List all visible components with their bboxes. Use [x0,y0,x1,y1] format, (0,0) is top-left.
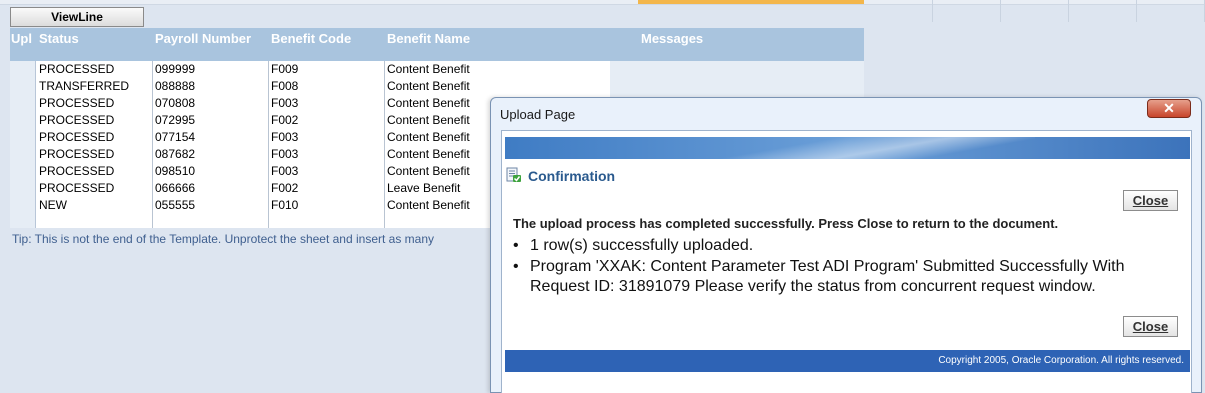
column-divider [152,61,153,228]
dialog-title: Upload Page [500,107,576,122]
table-header: Upl Status Payroll Number Benefit Code B… [10,28,864,61]
cell-name[interactable]: Content Benefit [387,113,470,127]
dialog-content: Confirmation Close The upload process ha… [501,130,1192,393]
cell-payroll[interactable]: 055555 [155,198,195,212]
cell-status[interactable]: PROCESSED [39,130,114,144]
cell-code[interactable]: F010 [271,198,298,212]
cell-name[interactable]: Content Benefit [387,79,470,93]
cell-code[interactable]: F003 [271,96,298,110]
cell-payroll[interactable]: 088888 [155,79,195,93]
upl-column[interactable] [10,61,36,228]
cell-status[interactable]: PROCESSED [39,164,114,178]
cell-status[interactable]: PROCESSED [39,147,114,161]
cell-code[interactable]: F002 [271,181,298,195]
window-close-button[interactable]: ✕ [1147,99,1191,118]
cell-name[interactable]: Content Benefit [387,96,470,110]
program-submitted-text: Program 'XXAK: Content Parameter Test AD… [530,258,1125,275]
column-header-status[interactable]: Status [39,31,79,46]
cell-status[interactable]: PROCESSED [39,62,114,76]
cell-status[interactable]: PROCESSED [39,96,114,110]
cell-name[interactable]: Content Benefit [387,147,470,161]
column-divider [268,61,269,228]
confirmation-heading: Confirmation [528,168,616,184]
cell-code[interactable]: F003 [271,164,298,178]
cell-status[interactable]: NEW [39,198,67,212]
cell-payroll[interactable]: 072995 [155,113,195,127]
viewline-button[interactable]: ViewLine [10,7,144,27]
dialog-footer: Copyright 2005, Oracle Corporation. All … [505,350,1190,372]
cell-payroll[interactable]: 077154 [155,130,195,144]
close-button-top[interactable]: Close [1123,190,1178,211]
cell-code[interactable]: F002 [271,113,298,127]
cell-status[interactable]: TRANSFERRED [39,79,129,93]
cell-code[interactable]: F009 [271,62,298,76]
cell-code[interactable]: F003 [271,147,298,161]
cell-code[interactable]: F008 [271,79,298,93]
cell-payroll[interactable]: 098510 [155,164,195,178]
cell-name[interactable]: Content Benefit [387,62,470,76]
cell-payroll[interactable]: 070808 [155,96,195,110]
selected-column-marker [638,0,864,4]
confirmation-message: The upload process has completed success… [513,216,1059,231]
cell-name[interactable]: Content Benefit [387,164,470,178]
cell-status[interactable]: PROCESSED [39,181,114,195]
cell-name[interactable]: Content Benefit [387,198,470,212]
upload-count-text: 1 row(s) successfully uploaded. [530,237,754,254]
cell-code[interactable]: F003 [271,130,298,144]
dialog-banner [505,137,1190,159]
cell-name[interactable]: Content Benefit [387,130,470,144]
cell-status[interactable]: PROCESSED [39,113,114,127]
copyright-text: Copyright 2005, Oracle Corporation. All … [938,355,1184,366]
bullet-marker: • [513,237,519,254]
column-header-benefit-name[interactable]: Benefit Name [387,31,470,46]
tip-text: Tip: This is not the end of the Template… [12,232,435,246]
column-divider [384,61,385,228]
cell-payroll[interactable]: 066666 [155,181,195,195]
column-header-upl[interactable]: Upl [11,31,32,46]
column-header-benefit-code[interactable]: Benefit Code [271,31,351,46]
close-button-bottom[interactable]: Close [1123,316,1178,337]
bullet-marker: • [513,258,519,275]
confirmation-icon [506,167,521,182]
empty-grid-cells [864,0,1205,40]
request-id-text: Request ID: 31891079 Please verify the s… [530,278,1096,295]
cell-payroll[interactable]: 099999 [155,62,195,76]
upload-page-dialog: Upload Page ✕ Confirmation Close The upl… [490,97,1202,393]
column-header-payroll-number[interactable]: Payroll Number [155,31,251,46]
cell-name[interactable]: Leave Benefit [387,181,460,195]
cell-payroll[interactable]: 087682 [155,147,195,161]
column-header-messages[interactable]: Messages [641,31,703,46]
